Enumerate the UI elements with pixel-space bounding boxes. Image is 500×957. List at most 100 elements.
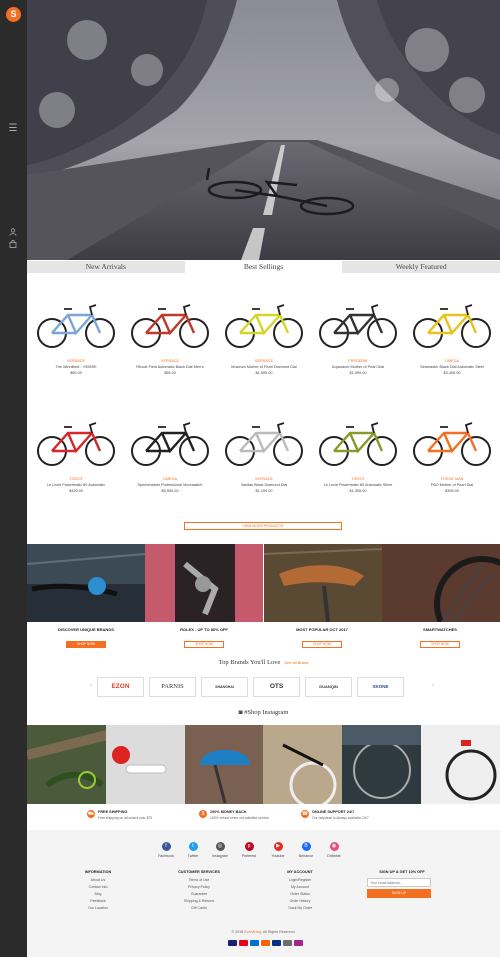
tab-best-sellings[interactable]: Best Sellings: [184, 261, 343, 273]
product-name[interactable]: Speedmaster Professional Moonwatch: [123, 483, 217, 487]
brand-logo[interactable]: PARNIS: [149, 677, 196, 697]
footer-link[interactable]: Order History: [265, 898, 335, 905]
shop-now-button[interactable]: SHOP NOW: [420, 641, 460, 648]
product-card[interactable]: TISSOT Le Locle Powermatic 80 Automatic $4…: [29, 411, 123, 521]
product-card[interactable]: VERSACE Vanitas Black Diamond Dial $1,199.…: [217, 411, 311, 521]
feature-title: ONLINE SUPPORT 24/7: [312, 810, 355, 814]
social-pinterest[interactable]: p Pinterest: [234, 842, 264, 858]
instagram-photo[interactable]: [105, 725, 185, 804]
footer-link[interactable]: Terms of Use: [164, 877, 234, 884]
chevron-left-icon[interactable]: ‹: [90, 682, 92, 689]
footer-link[interactable]: Blog: [63, 891, 133, 898]
footer-link[interactable]: About Us: [63, 877, 133, 884]
product-name[interactable]: Museum Mother of Pearl Diamond Dial: [217, 365, 311, 369]
menu-icon[interactable]: ☰: [7, 124, 19, 134]
product-image[interactable]: [316, 293, 400, 353]
footer-link[interactable]: Order Status: [265, 891, 335, 898]
footer-link[interactable]: Login/Register: [265, 877, 335, 884]
category-image-brands[interactable]: [27, 544, 146, 622]
instagram-gallery: [27, 725, 500, 804]
product-brand: VERSACE: [254, 477, 274, 481]
product-image[interactable]: [128, 293, 212, 353]
footer-link[interactable]: Gift Cards: [164, 905, 234, 912]
email-field[interactable]: [367, 878, 431, 887]
payment-icon: [293, 940, 303, 946]
product-card[interactable]: FOSSIL MAN FBO Mother of Pearl Dial $395.0…: [405, 411, 499, 521]
product-name[interactable]: The Winnifield - Y555SK: [29, 365, 123, 369]
social-facebook[interactable]: f Facebook: [151, 842, 181, 858]
product-name[interactable]: Vanitas Black Diamond Dial: [217, 483, 311, 487]
product-card[interactable]: VERSACE The Winnifield - Y555SK $95.00: [29, 293, 123, 403]
see-all-brands-link[interactable]: See all Brand: [284, 660, 308, 665]
shop-now-button[interactable]: SHOP NOW: [302, 641, 342, 648]
footer-link[interactable]: Shipping & Returns: [164, 898, 234, 905]
brand-logo[interactable]: SKONE: [357, 677, 404, 697]
social-youtube[interactable]: ▶ Youtube: [263, 842, 293, 858]
product-card[interactable]: FREDERIK Aquaracer Mother of Pearl Dial $1…: [311, 293, 405, 403]
product-image[interactable]: [222, 293, 306, 353]
product-price: $3,495.00: [443, 371, 461, 375]
social-instagram[interactable]: ◎ Instagram: [205, 842, 235, 858]
footer-link[interactable]: Guarantee: [164, 891, 234, 898]
view-more-products-button[interactable]: VIEW MORE PRODUCTS: [184, 522, 342, 530]
product-image[interactable]: [128, 411, 212, 471]
instagram-photo[interactable]: [27, 725, 106, 804]
footer-link[interactable]: Our Location: [63, 905, 133, 912]
brand-logo[interactable]: GUANQIN: [305, 677, 352, 697]
tab-weekly-featured[interactable]: Weekly Featured: [342, 261, 500, 273]
instagram-photo[interactable]: [421, 725, 500, 804]
product-name[interactable]: FBO Mother of Pearl Dial: [405, 483, 499, 487]
shop-now-button[interactable]: SHOP NOW: [66, 641, 106, 648]
sign-up-button[interactable]: SIGN UP: [367, 889, 431, 898]
category-image-smartwatches[interactable]: [381, 544, 500, 622]
instagram-photo[interactable]: [263, 725, 343, 804]
product-name[interactable]: Rhode Field Automatic Black Dial Men's: [123, 365, 217, 369]
category-image-popular[interactable]: [263, 544, 382, 622]
footer-link[interactable]: Track My Order: [265, 905, 335, 912]
product-card[interactable]: VERSACE Rhode Field Automatic Black Dial …: [123, 293, 217, 403]
category-title: MOST POPULAR OCT 2017: [296, 627, 348, 632]
footer-link[interactable]: Privacy Policy: [164, 884, 234, 891]
category-caption: ROLEX - UP TO 80% OFF SHOP NOW: [145, 627, 263, 650]
product-card[interactable]: OMEGA Seamaster Black Dial Automatic Stee…: [405, 293, 499, 403]
brand-logo[interactable]: OTS: [253, 677, 300, 697]
social-label: Facebook: [158, 854, 174, 858]
product-image[interactable]: [222, 411, 306, 471]
chevron-right-icon[interactable]: ›: [432, 682, 434, 689]
category-caption: SMARTWATCHES SHOP NOW: [381, 627, 499, 650]
product-image[interactable]: [410, 293, 494, 353]
brand-logo[interactable]: SHANGHAI: [201, 677, 248, 697]
site-logo[interactable]: S: [6, 7, 21, 22]
user-icon[interactable]: [7, 228, 19, 239]
card-icon: [282, 940, 292, 946]
instagram-photo[interactable]: [342, 725, 422, 804]
product-image[interactable]: [410, 411, 494, 471]
footer-link[interactable]: Contact Info: [63, 884, 133, 891]
payment-methods: [195, 940, 335, 947]
social-twitter[interactable]: t Twitter: [178, 842, 208, 858]
social-dribbble[interactable]: ◉ Dribbble: [319, 842, 349, 858]
category-image-rolex[interactable]: [145, 544, 264, 622]
footer-link[interactable]: My Account: [265, 884, 335, 891]
instagram-photo[interactable]: [184, 725, 264, 804]
product-name[interactable]: Le Locle Powermatic 80 Automatic: [29, 483, 123, 487]
copyright-suffix: . All Rights Reserved.: [261, 930, 296, 934]
main-content: New Arrivals Best Sellings Weekly Featur…: [27, 0, 500, 957]
product-card[interactable]: VERSACE Museum Mother of Pearl Diamond Di…: [217, 293, 311, 403]
product-brand: VERSACE: [160, 359, 180, 363]
brand-logo[interactable]: EZON: [97, 677, 144, 697]
copyright-brand-link[interactable]: Everything: [244, 930, 261, 934]
product-name[interactable]: Seamaster Black Dial Automatic Steel: [405, 365, 499, 369]
product-name[interactable]: Aquaracer Mother of Pearl Dial: [311, 365, 405, 369]
product-name[interactable]: Le Locle Powermatic 80 Automatic Silver: [311, 483, 405, 487]
product-card[interactable]: TISSOT Le Locle Powermatic 80 Automatic S…: [311, 411, 405, 521]
product-image[interactable]: [34, 293, 118, 353]
product-card[interactable]: OMEGA Speedmaster Professional Moonwatch $…: [123, 411, 217, 521]
tab-new-arrivals[interactable]: New Arrivals: [27, 261, 185, 273]
product-image[interactable]: [34, 411, 118, 471]
social-behance[interactable]: B Behance: [291, 842, 321, 858]
shop-now-button[interactable]: SHOP NOW: [184, 641, 224, 648]
footer-link[interactable]: Feedback: [63, 898, 133, 905]
product-image[interactable]: [316, 411, 400, 471]
bag-icon[interactable]: [7, 239, 19, 251]
